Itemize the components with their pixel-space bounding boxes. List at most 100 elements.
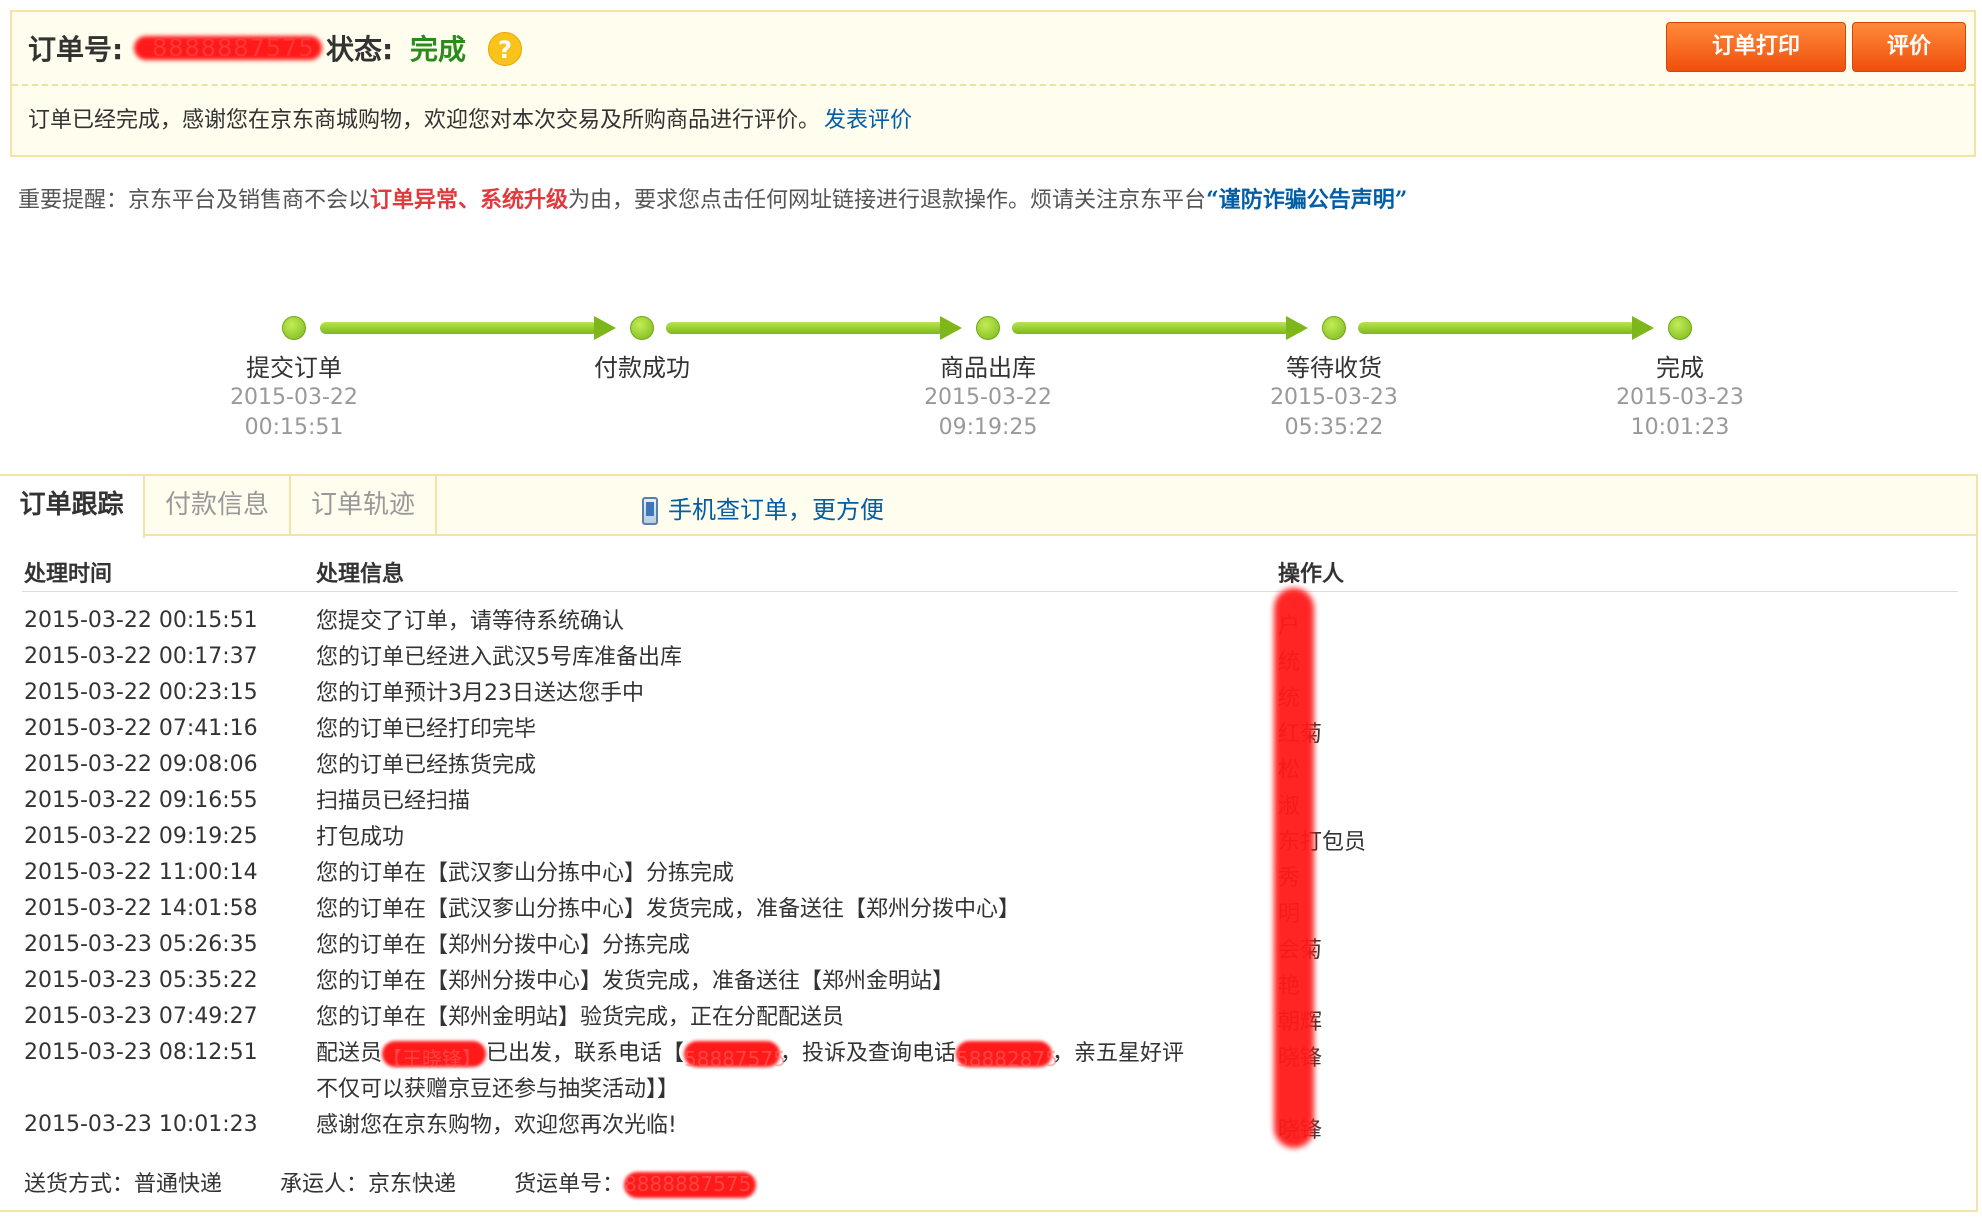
- table-row: 2015-03-23 05:26:35您的订单在【郑州分拨中心】分拣完成会菊: [0, 928, 1976, 964]
- row-info: 您提交了订单，请等待系统确认: [316, 609, 625, 634]
- row-info: 您的订单已经打印完毕: [316, 717, 537, 742]
- mobile-phone-icon: [642, 497, 658, 525]
- step-time: 05:35:22: [1284, 415, 1384, 440]
- progress-dot: [282, 316, 306, 340]
- step-date: 2015-03-22: [230, 385, 358, 410]
- step-time: 09:19:25: [938, 415, 1038, 440]
- redacted-complaint-phone: 58882875: [956, 1041, 1058, 1071]
- review-button[interactable]: 评价: [1852, 22, 1966, 72]
- reward-text: 不仅可以获赠京豆还参与抽奖活动】】: [316, 1077, 680, 1102]
- step-time: 00:15:51: [244, 415, 344, 440]
- column-header-info: 处理信息: [316, 562, 405, 587]
- row-time: 2015-03-22 07:41:16: [24, 716, 258, 741]
- shipping-summary: 送货方式：普通快递 承运人：京东快递 货运单号：8888887575: [24, 1166, 756, 1198]
- help-icon[interactable]: ?: [488, 32, 522, 66]
- table-row: 2015-03-22 14:01:58 您的订单在【武汉奓山分拣中心】发货完成，准…: [0, 892, 1976, 928]
- mobile-order-link[interactable]: 手机查订单，更方便: [642, 490, 884, 525]
- row-time: 2015-03-23 05:35:22: [24, 968, 258, 993]
- ship-method-value: 普通快递: [134, 1172, 223, 1197]
- status-label: 状态:: [326, 33, 394, 66]
- mobile-link-text: 手机查订单，更方便: [668, 496, 884, 524]
- redaction-mark: [1274, 588, 1314, 1148]
- order-number-value: 8888887575: [152, 34, 315, 62]
- row-time: 2015-03-22 09:16:55: [24, 788, 258, 813]
- order-header: 订单号: 8888887575 状态: 完成 ? 订单打印 评价 订单已经完成，…: [10, 10, 1976, 157]
- row-time: 2015-03-22 09:19:25: [24, 824, 258, 849]
- progress-dot: [1668, 316, 1692, 340]
- notice-middle: 为由，要求您点击任何网址链接进行退款操作。烦请关注京东平台: [568, 188, 1207, 213]
- carrier-label: 承运人：: [280, 1172, 369, 1197]
- row-time: 2015-03-22 00:15:51: [24, 608, 258, 633]
- row-info: 您的订单预计3月23日送达您手中: [316, 681, 644, 706]
- rating-text: ，亲五星好评: [1052, 1041, 1185, 1066]
- step-date: 2015-03-23: [1270, 385, 1398, 410]
- order-header-top: 订单号: 8888887575 状态: 完成 ? 订单打印 评价: [12, 12, 1974, 86]
- courier-contact-text: 已出发，联系电话【: [486, 1041, 685, 1066]
- table-row: 2015-03-22 00:23:15您的订单预计3月23日送达您手中统: [0, 676, 1976, 712]
- anti-fraud-announcement-link[interactable]: “谨防诈骗公告声明”: [1206, 187, 1407, 213]
- tab-order-tracking[interactable]: 订单跟踪: [0, 476, 145, 538]
- print-order-button[interactable]: 订单打印: [1666, 22, 1846, 72]
- column-header-operator: 操作人: [1278, 562, 1345, 587]
- row-time: 2015-03-22 11:00:14: [24, 860, 258, 885]
- table-row-courier: 2015-03-23 08:12:51 配送员【王晓锋】 已出发，联系电话【588…: [0, 1036, 1976, 1108]
- row-info: 您的订单在【郑州金明站】验货完成，正在分配配送员: [316, 1005, 845, 1030]
- row-time: 2015-03-23 05:26:35: [24, 932, 258, 957]
- tracking-number-label: 货运单号：: [514, 1172, 625, 1197]
- ship-method-label: 送货方式：: [24, 1172, 135, 1197]
- row-info: 您的订单在【武汉奓山分拣中心】分拣完成: [316, 861, 735, 886]
- order-number-redacted: 8888887575: [134, 30, 322, 66]
- step-name: 完成: [1656, 354, 1704, 382]
- row-time: 2015-03-22 00:17:37: [24, 644, 258, 669]
- row-info: 您的订单在【郑州分拨中心】发货完成，准备送往【郑州金明站】: [316, 969, 955, 994]
- row-info: 您的订单已经拣货完成: [316, 753, 537, 778]
- notice-prefix: 重要提醒：京东平台及销售商不会以: [18, 188, 371, 213]
- table-row: 2015-03-22 07:41:16您的订单已经打印完毕红菊: [0, 712, 1976, 748]
- notice-highlight-2: 系统升级: [480, 187, 569, 213]
- row-info: 您的订单在【郑州分拨中心】分拣完成: [316, 933, 691, 958]
- tracking-panel: 订单跟踪 付款信息 订单轨迹 手机查订单，更方便 处理时间 处理信息 操作人 2…: [0, 474, 1978, 1212]
- order-complete-message: 订单已经完成，感谢您在京东商城购物，欢迎您对本次交易及所购商品进行评价。 发表评价: [28, 102, 912, 134]
- tracking-tabs: 订单跟踪 付款信息 订单轨迹 手机查订单，更方便: [0, 476, 1976, 538]
- table-row: 2015-03-22 11:00:14您的订单在【武汉奓山分拣中心】分拣完成秀: [0, 856, 1976, 892]
- table-row: 2015-03-23 05:35:22 您的订单在【郑州分拨中心】发货完成，准备送…: [0, 964, 1976, 1000]
- tab-order-path[interactable]: 订单轨迹: [291, 476, 437, 536]
- complaint-text: ，投诉及查询电话: [780, 1041, 957, 1066]
- write-review-link[interactable]: 发表评价: [824, 108, 912, 133]
- row-time: 2015-03-23 07:49:27: [24, 1004, 258, 1029]
- progress-dot: [630, 316, 654, 340]
- row-time: 2015-03-22 09:08:06: [24, 752, 258, 777]
- status-value: 完成: [410, 33, 467, 66]
- row-info: 您的订单在【武汉奓山分拣中心】发货完成，准备送往【郑州分拨中心】: [316, 897, 1021, 922]
- table-row: 2015-03-22 09:16:55扫描员已经扫描淑: [0, 784, 1976, 820]
- row-info: 打包成功: [316, 825, 405, 850]
- step-date: 2015-03-23: [1616, 385, 1744, 410]
- row-time: 2015-03-23 10:01:23: [24, 1112, 258, 1137]
- step-time: 10:01:23: [1630, 415, 1730, 440]
- step-name: 商品出库: [940, 354, 1036, 382]
- notice-highlight-1: 订单异常、: [370, 187, 481, 213]
- redacted-courier-name: 【王晓锋】: [382, 1041, 486, 1071]
- fraud-notice: 重要提醒：京东平台及销售商不会以订单异常、系统升级为由，要求您点击任何网址链接进…: [18, 182, 1407, 214]
- table-row: 2015-03-22 09:08:06您的订单已经拣货完成松: [0, 748, 1976, 784]
- tracking-table: 2015-03-22 00:15:51您提交了订单，请等待系统确认户 2015-…: [0, 604, 1976, 1144]
- header-divider: [22, 591, 1958, 592]
- table-row: 2015-03-23 10:01:23感谢您在京东购物，欢迎您再次光临!晓锋: [0, 1108, 1976, 1144]
- row-info: 您的订单已经进入武汉5号库准备出库: [316, 645, 682, 670]
- step-name: 付款成功: [594, 354, 690, 382]
- courier-prefix: 配送员: [316, 1041, 383, 1066]
- redacted-tracking-number: 8888887575: [624, 1172, 756, 1198]
- message-text: 订单已经完成，感谢您在京东商城购物，欢迎您对本次交易及所购商品进行评价。: [28, 108, 821, 133]
- row-time: 2015-03-22 14:01:58: [24, 896, 258, 921]
- progress-step-paid: 付款成功: [542, 300, 742, 383]
- carrier-value: 京东快递: [368, 1172, 457, 1197]
- progress-step-complete: 完成 2015-03-23 10:01:23: [1580, 300, 1780, 443]
- order-number-label: 订单号:: [28, 33, 124, 66]
- row-info: 感谢您在京东购物，欢迎您再次光临!: [316, 1113, 677, 1138]
- step-name: 等待收货: [1286, 354, 1382, 382]
- row-time: 2015-03-22 00:23:15: [24, 680, 258, 705]
- tab-payment-info[interactable]: 付款信息: [145, 476, 291, 536]
- column-header-time: 处理时间: [24, 562, 113, 587]
- redacted-phone: 58887575: [684, 1041, 786, 1071]
- progress-dot: [1322, 316, 1346, 340]
